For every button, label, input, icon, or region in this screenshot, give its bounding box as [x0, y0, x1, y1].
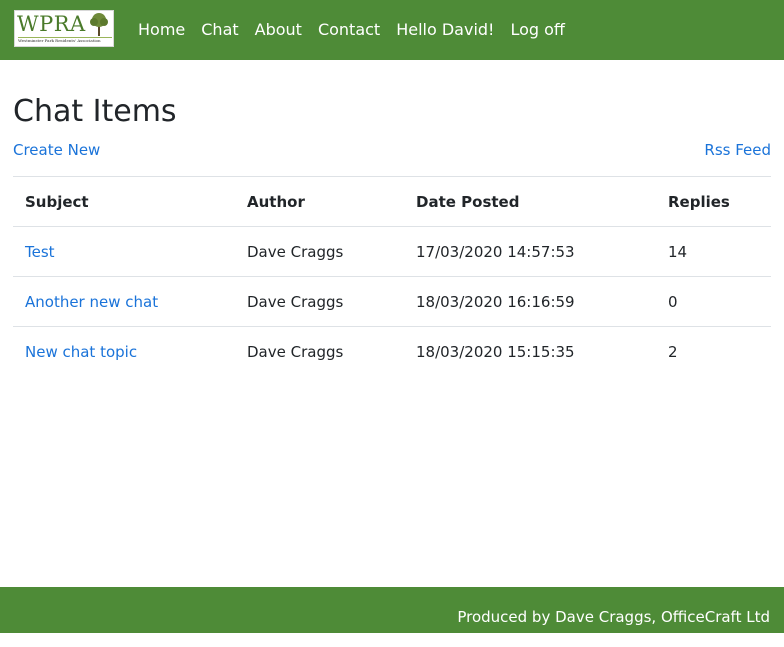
subject-link[interactable]: Test: [25, 243, 55, 261]
header-author: Author: [235, 176, 404, 227]
subject-link[interactable]: New chat topic: [25, 343, 137, 361]
nav-home[interactable]: Home: [130, 0, 193, 60]
replies-cell: 2: [656, 326, 771, 376]
wpra-logo[interactable]: WPRA Westminster Park Residents' Associa…: [14, 10, 114, 47]
create-new-link[interactable]: Create New: [13, 140, 100, 160]
header-date-posted: Date Posted: [404, 176, 656, 227]
page-title: Chat Items: [13, 94, 177, 129]
subject-cell: New chat topic: [13, 326, 235, 376]
top-navbar: WPRA Westminster Park Residents' Associa…: [0, 0, 784, 60]
replies-cell: 14: [656, 226, 771, 277]
table-row: New chat topic Dave Craggs 18/03/2020 15…: [13, 326, 771, 376]
nav-log-off[interactable]: Log off: [502, 0, 572, 60]
chat-items-table: Subject Author Date Posted Replies Test …: [13, 176, 771, 376]
author-cell: Dave Craggs: [235, 276, 404, 327]
logo-text: WPRA: [17, 12, 86, 36]
nav-about[interactable]: About: [247, 0, 310, 60]
subject-link[interactable]: Another new chat: [25, 293, 158, 311]
date-cell: 18/03/2020 16:16:59: [404, 276, 656, 327]
header-subject: Subject: [13, 176, 235, 227]
page-footer: Produced by Dave Craggs, OfficeCraft Ltd: [0, 587, 784, 633]
author-cell: Dave Craggs: [235, 326, 404, 376]
nav-user-greeting[interactable]: Hello David!: [388, 0, 502, 60]
table-header-row: Subject Author Date Posted Replies: [13, 176, 771, 227]
subject-cell: Test: [13, 226, 235, 277]
rss-feed-link[interactable]: Rss Feed: [704, 140, 771, 160]
footer-text: Produced by Dave Craggs, OfficeCraft Ltd: [457, 608, 770, 626]
date-cell: 18/03/2020 15:15:35: [404, 326, 656, 376]
subject-cell: Another new chat: [13, 276, 235, 327]
header-replies: Replies: [656, 176, 771, 227]
logo-subtitle: Westminster Park Residents' Association: [18, 38, 101, 43]
table-row: Another new chat Dave Craggs 18/03/2020 …: [13, 276, 771, 327]
author-cell: Dave Craggs: [235, 226, 404, 277]
replies-cell: 0: [656, 276, 771, 327]
main-nav: Home Chat About Contact Hello David! Log…: [130, 0, 573, 60]
table-row: Test Dave Craggs 17/03/2020 14:57:53 14: [13, 226, 771, 277]
tree-icon: [90, 13, 108, 36]
nav-contact[interactable]: Contact: [310, 0, 388, 60]
date-cell: 17/03/2020 14:57:53: [404, 226, 656, 277]
nav-chat[interactable]: Chat: [193, 0, 246, 60]
